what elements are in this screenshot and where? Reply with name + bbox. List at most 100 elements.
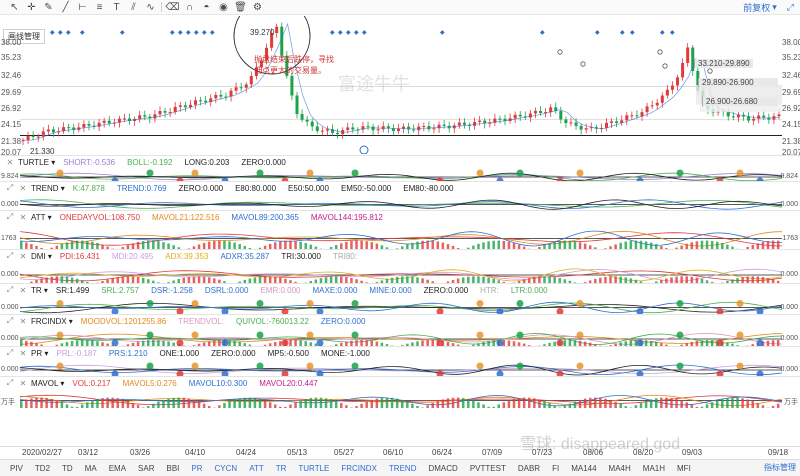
indicator-tab-cycn[interactable]: CYCN — [209, 464, 244, 473]
indicator-value: VOL:0.217 — [72, 378, 111, 388]
indicator-manage-link[interactable]: 指标管理 — [764, 462, 796, 473]
wave-icon[interactable]: ∿ — [142, 0, 159, 14]
channel-icon[interactable]: ⫽ — [125, 0, 142, 14]
eye-icon[interactable]: ◉ — [215, 0, 232, 14]
indicator-name[interactable]: DMI ▾ — [31, 252, 52, 261]
indicator-panel-dmi[interactable]: ⤢ ✕ DMI ▾ PDI:16.431 MDI:20.495 ADX:39.353 ADX… — [0, 249, 800, 284]
indicator-tab-td[interactable]: TD — [56, 464, 79, 473]
indicator-bar — [436, 401, 440, 408]
indicator-bar — [162, 399, 165, 408]
indicator-tab-fi[interactable]: FI — [546, 464, 565, 473]
indicator-tab-ma[interactable]: MA — [79, 464, 103, 473]
frcindx-indicator-plot[interactable] — [20, 327, 782, 347]
indicator-panel-tr[interactable]: ⤢ ✕ TR ▾ SR:1.499 SRL:2.757 DSR:-1.258 DSRL:0.… — [0, 283, 800, 315]
line-icon[interactable]: ╱ — [57, 0, 74, 14]
eraser-icon[interactable]: ⌫ — [164, 0, 181, 14]
indicator-tab-att[interactable]: ATT — [243, 464, 270, 473]
indicator-panel-att[interactable]: ⤢ ✕ ATT ▾ ONEDAYVOL:108.750 MAVOL21:122.516 M… — [0, 210, 800, 250]
indicator-tab-mfi[interactable]: MFI — [671, 464, 697, 473]
candle-body — [168, 111, 172, 113]
text-icon[interactable]: T — [108, 0, 125, 14]
indicator-tab-ema[interactable]: EMA — [103, 464, 132, 473]
settings-icon[interactable]: ⚙ — [249, 0, 266, 14]
indicator-tab-piv[interactable]: PIV — [4, 464, 29, 473]
indicator-name[interactable]: MAVOL ▾ — [31, 379, 64, 388]
indicator-tab-pvttest[interactable]: PVTTEST — [464, 464, 512, 473]
candle-body — [442, 124, 446, 126]
pivot-circle — [557, 49, 563, 55]
expand-icon[interactable]: ⤢ — [5, 285, 15, 295]
indicator-name[interactable]: ATT ▾ — [31, 213, 52, 222]
close-icon[interactable]: ✕ — [18, 349, 28, 358]
indicator-value: ONEDAYVOL:108.750 — [59, 212, 140, 222]
indicator-bar — [309, 398, 313, 408]
indicator-name[interactable]: PR ▾ — [31, 349, 48, 358]
expand-icon[interactable]: ⤢ — [5, 348, 15, 358]
expand-icon[interactable]: ⤢ — [5, 378, 15, 388]
indicator-tab-tr[interactable]: TR — [270, 464, 293, 473]
signal-marker: ◆ — [202, 30, 207, 36]
lock-icon[interactable]: ◓ — [198, 0, 215, 14]
indicator-tab-turtle[interactable]: TURTLE — [292, 464, 335, 473]
indicator-bar — [101, 398, 104, 408]
indicator-panel-mavol[interactable]: ⤢ ✕ MAVOL ▾ VOL:0.217 MAVOL5:0.276 MAVOL10:0.… — [0, 376, 800, 408]
candle-body — [731, 116, 735, 118]
magnet-icon[interactable]: ∩ — [181, 0, 198, 14]
close-icon[interactable]: ✕ — [18, 213, 28, 222]
indicator-panel-frcindx[interactable]: ⤢ ✕ FRCINDX ▾ MOODVOL:1201255.86 TRENDVOL: QU… — [0, 314, 800, 347]
candle-body — [473, 121, 477, 126]
att-indicator-plot[interactable] — [20, 223, 782, 250]
tr-indicator-plot[interactable] — [20, 296, 782, 315]
zoom-icon[interactable]: ⤢ — [787, 1, 794, 14]
indicator-tab-sar[interactable]: SAR — [132, 464, 160, 473]
indicator-name[interactable]: TURTLE ▾ — [18, 158, 55, 167]
indicator-name[interactable]: TR ▾ — [31, 286, 48, 295]
signal-badge — [676, 169, 684, 177]
pr-indicator-plot[interactable] — [20, 359, 782, 377]
candle-body — [650, 105, 654, 107]
close-icon[interactable]: ✕ — [18, 184, 28, 193]
pen-icon[interactable]: ✎ — [40, 0, 57, 14]
indicator-bar — [573, 401, 577, 408]
expand-icon[interactable]: ⤢ — [5, 251, 15, 261]
dmi-indicator-plot[interactable] — [20, 262, 782, 284]
crosshair-icon[interactable]: ✛ — [23, 0, 40, 14]
close-icon[interactable]: ✕ — [18, 252, 28, 261]
close-icon[interactable]: ✕ — [18, 379, 28, 388]
close-icon[interactable]: ✕ — [18, 317, 28, 326]
ruler-icon[interactable]: ⊢ — [74, 0, 91, 14]
expand-icon[interactable]: ⤢ — [5, 212, 15, 222]
fib-icon[interactable]: ≡ — [91, 0, 108, 14]
close-icon[interactable]: ✕ — [18, 286, 28, 295]
indicator-tab-trend[interactable]: TREND — [383, 464, 423, 473]
candle-body — [777, 114, 781, 117]
indicator-tab-ma1h[interactable]: MA1H — [637, 464, 671, 473]
indicator-tab-frcindx[interactable]: FRCINDX — [335, 464, 383, 473]
indicator-name[interactable]: FRCINDX ▾ — [31, 317, 73, 326]
mavol-indicator-plot[interactable] — [20, 389, 782, 408]
indicator-tab-ma4h[interactable]: MA4H — [603, 464, 637, 473]
indicator-name[interactable]: TREND ▾ — [31, 184, 65, 193]
annotation-line-1: 抛盘结束后跌停，寻找 — [254, 55, 334, 64]
arrow-icon[interactable]: ↖ — [6, 0, 23, 14]
expand-icon[interactable]: ⤢ — [5, 316, 15, 326]
adjust-dropdown[interactable]: 前复权 ▾ — [743, 1, 777, 14]
expand-icon[interactable]: ⤢ — [5, 183, 15, 193]
signal-badge — [676, 300, 684, 307]
indicator-panel-trend[interactable]: ⤢ ✕ TREND ▾ K:47.878 TREND:0.769 ZERO:0.000 E8… — [0, 181, 800, 210]
indicator-tab-td2[interactable]: TD2 — [29, 464, 56, 473]
trend-indicator-plot[interactable] — [20, 194, 782, 211]
indicator-value: SHORT:-0.536 — [63, 157, 116, 167]
indicator-tab-pr[interactable]: PR — [185, 464, 208, 473]
indicator-tab-ma144[interactable]: MA144 — [565, 464, 602, 473]
indicator-tab-dmacd[interactable]: DMACD — [422, 464, 463, 473]
indicator-panel-pr[interactable]: ⤢ ✕ PR ▾ PRL:-0.187 PRS:1.210 ONE:1.000 ZERO:0… — [0, 346, 800, 377]
indicator-tab-dabr[interactable]: DABR — [512, 464, 546, 473]
indicator-tab-bbi[interactable]: BBI — [161, 464, 186, 473]
trash-icon[interactable]: 🗑 — [232, 0, 249, 14]
indicator-bar — [512, 399, 516, 408]
indicator-panel-turtle[interactable]: ✕ TURTLE ▾ SHORT:-0.536 BOLL:-0.192 LONG:0.2… — [0, 155, 800, 182]
turtle-indicator-plot[interactable] — [20, 168, 782, 182]
candle-body — [163, 111, 167, 113]
close-icon[interactable]: ✕ — [5, 158, 15, 167]
